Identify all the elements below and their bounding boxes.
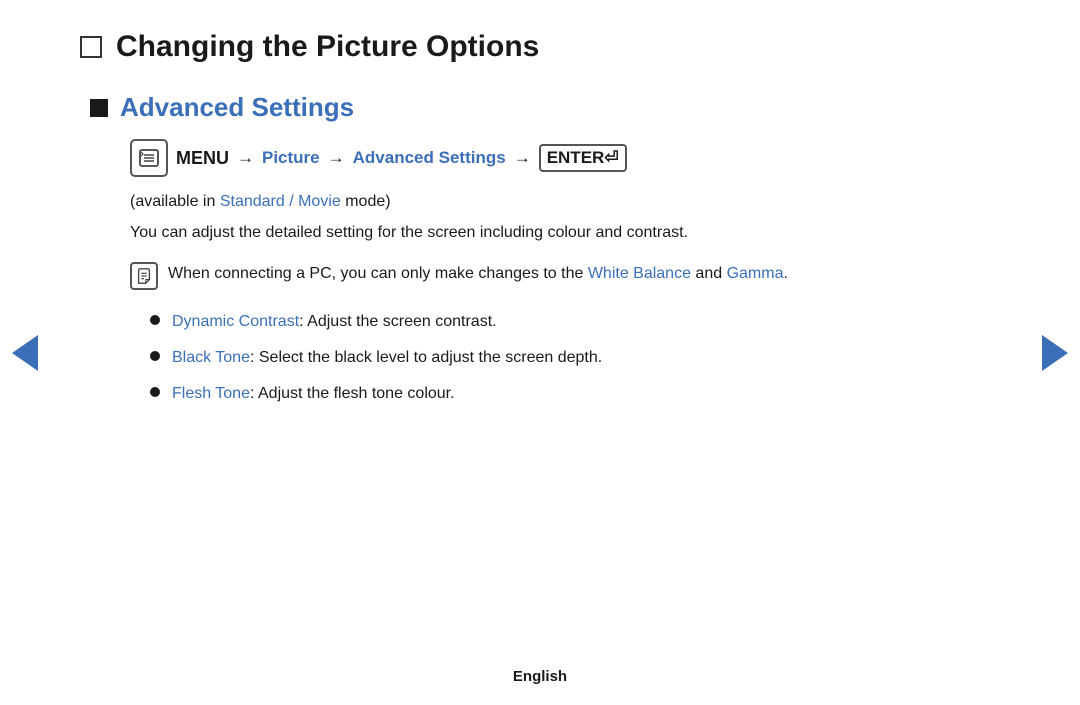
- list-item-text: Flesh Tone: Adjust the flesh tone colour…: [172, 382, 455, 406]
- bullet-list: Dynamic Contrast: Adjust the screen cont…: [90, 310, 1000, 406]
- note-text: When connecting a PC, you can only make …: [168, 261, 788, 287]
- section-title: Advanced Settings: [120, 92, 354, 123]
- enter-label: ENTER⏎: [539, 144, 627, 172]
- nav-arrow-right[interactable]: [1042, 335, 1068, 371]
- section: Advanced Settings MENU → Picture → Advan…: [80, 92, 1000, 406]
- bullet-dot: [150, 387, 160, 397]
- bullet-dot: [150, 351, 160, 361]
- description-text: You can adjust the detailed setting for …: [90, 221, 1000, 245]
- arrow3: →: [514, 148, 531, 168]
- flesh-tone-link: Flesh Tone: [172, 385, 250, 402]
- footer: English: [513, 668, 567, 685]
- page-container: Changing the Picture Options Advanced Se…: [0, 0, 1080, 705]
- arrow1: →: [237, 148, 254, 168]
- list-item: Dynamic Contrast: Adjust the screen cont…: [150, 310, 1000, 334]
- arrow2: →: [328, 148, 345, 168]
- list-item-text: Black Tone: Select the black level to ad…: [172, 346, 602, 370]
- menu-label: MENU: [176, 148, 229, 169]
- list-item-text: Dynamic Contrast: Adjust the screen cont…: [172, 310, 497, 334]
- gamma-link: Gamma: [727, 265, 784, 282]
- bullet-dot: [150, 315, 160, 325]
- advanced-settings-label: Advanced Settings: [353, 148, 506, 168]
- standard-movie-link: Standard / Movie: [220, 193, 341, 210]
- picture-label: Picture: [262, 148, 320, 168]
- list-item: Flesh Tone: Adjust the flesh tone colour…: [150, 382, 1000, 406]
- white-balance-link: White Balance: [588, 265, 691, 282]
- note-block: When connecting a PC, you can only make …: [90, 261, 1000, 290]
- note-icon: [130, 262, 158, 290]
- available-text: (available in Standard / Movie mode): [90, 193, 1000, 211]
- black-square-icon: [90, 99, 108, 117]
- section-header: Advanced Settings: [90, 92, 1000, 123]
- menu-path: MENU → Picture → Advanced Settings → ENT…: [90, 139, 1000, 177]
- nav-arrow-left[interactable]: [12, 335, 38, 371]
- main-title: Changing the Picture Options: [116, 30, 539, 64]
- checkbox-icon: [80, 36, 102, 58]
- list-item: Black Tone: Select the black level to ad…: [150, 346, 1000, 370]
- black-tone-link: Black Tone: [172, 349, 250, 366]
- main-heading: Changing the Picture Options: [80, 30, 1000, 64]
- menu-icon: [130, 139, 168, 177]
- dynamic-contrast-link: Dynamic Contrast: [172, 313, 299, 330]
